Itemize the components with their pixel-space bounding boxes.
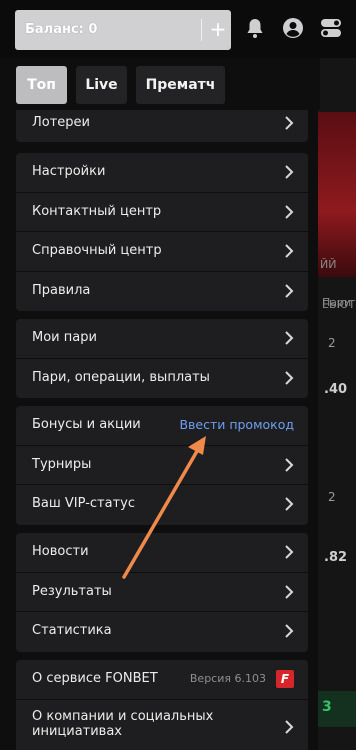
fonbet-logo: F [276,670,294,688]
menu-item-label: Лотереи [32,115,90,130]
chevron-right-icon [285,584,294,599]
menu-item-lottery[interactable]: Лотереи [16,110,308,142]
menu-item-tournaments[interactable]: Турниры [16,446,308,485]
tab-top[interactable]: Топ [16,66,67,104]
menu-item-label: Настройки [32,164,106,179]
menu-item-results[interactable]: Результаты [16,573,308,612]
menu-group-about: О сервисе FONBET Версия 6.103 F О компан… [16,660,308,750]
chevron-right-icon [285,331,294,345]
menu-item-label: Статистика [32,623,112,638]
menu-item-label: Пари, операции, выплаты [32,369,210,385]
menu-item-label: Бонусы и акции [32,417,141,432]
menu-item-label: Результаты [32,583,112,599]
background-odd: .40 [324,382,348,397]
background-number: 2 [328,490,336,504]
chevron-right-icon [285,165,294,179]
menu-item-label: Справочный центр [32,243,162,258]
menu-item-operations[interactable]: Пари, операции, выплаты [16,359,308,399]
menu-item-label: Новости [32,544,89,559]
chevron-right-icon [285,457,294,472]
chevron-right-icon [285,497,294,511]
menu-item-my-bets[interactable]: Мои пари [16,319,308,359]
balance-button[interactable]: Баланс: 0 + [15,10,231,50]
background-odd: .82 [324,550,348,565]
menu-item-label: Ваш VIP-статус [32,496,135,511]
chevron-right-icon [285,545,294,559]
chevron-right-icon [285,116,294,130]
menu-item-vip-status[interactable]: Ваш VIP-статус [16,485,308,525]
bell-icon[interactable] [243,16,267,40]
chevron-right-icon [285,624,294,638]
sport-tabs: Топ Live Прематч [0,58,320,111]
user-icon[interactable] [281,16,305,40]
menu-group-lottery: Лотереи [16,110,308,142]
chevron-right-icon [285,244,294,258]
menu-group-bonuses: Бонусы и акции Ввести промокод Турниры В… [16,406,308,525]
menu-item-label: Правила [32,282,91,298]
balance-divider [201,19,202,41]
chevron-right-icon [285,370,294,385]
menu-item-label: О компании и социальных инициативах [32,708,214,739]
menu-item-bonuses[interactable]: Бонусы и акции Ввести промокод [16,406,308,446]
menu-item-help-center[interactable]: Справочный центр [16,232,308,272]
add-funds-button[interactable]: + [207,16,229,42]
top-bar: Баланс: 0 + [0,0,356,58]
menu-item-about-service[interactable]: О сервисе FONBET Версия 6.103 F [16,660,308,700]
background-banner [318,112,356,277]
menu-item-label: Контактный центр [32,203,162,219]
menu-group-info: Настройки Контактный центр Справочный це… [16,153,308,311]
chevron-right-icon [285,204,294,219]
toggle-icon[interactable] [319,16,343,40]
background-text: ЙЙ [320,258,337,271]
background-content: ЙЙ Пари 2 .40 2 .82 3 [318,56,356,750]
background-text: ЕЬЮТ Т [322,298,356,311]
menu-drawer: Лотереи Настройки Контактный центр Справ… [0,110,318,750]
background-badge: 3 [318,691,356,727]
menu-item-settings[interactable]: Настройки [16,153,308,193]
app-version: Версия 6.103 [189,672,266,685]
chevron-right-icon [285,283,294,298]
menu-group-bets: Мои пари Пари, операции, выплаты [16,319,308,398]
background-number: 2 [328,336,336,350]
menu-item-contact-center[interactable]: Контактный центр [16,193,308,232]
menu-item-company[interactable]: О компании и социальных инициативах [16,700,308,750]
menu-item-label: Мои пари [32,330,97,345]
tab-live[interactable]: Live [76,66,127,104]
enter-promo-code-link[interactable]: Ввести промокод [179,417,294,432]
menu-item-news[interactable]: Новости [16,533,308,573]
menu-item-label: Турниры [32,456,92,472]
chevron-right-icon [285,719,294,734]
tab-prematch[interactable]: Прематч [136,66,225,104]
menu-group-news: Новости Результаты Статистика [16,533,308,652]
menu-item-statistics[interactable]: Статистика [16,612,308,652]
menu-item-label: О сервисе FONBET [32,671,158,686]
balance-label: Баланс: 0 [25,22,98,37]
menu-item-rules[interactable]: Правила [16,272,308,312]
